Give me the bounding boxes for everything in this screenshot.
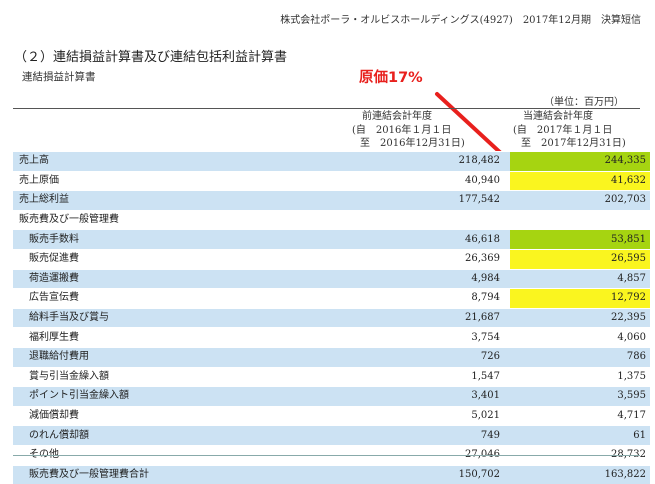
value-prev-year: 40,940 [346,170,510,191]
row-label: 売上原価 [13,170,346,191]
column-prev-title: 前連結会計年度 [362,111,432,122]
row-label: 販売費及び一般管理費 [13,209,346,230]
table-row: 販売費及び一般管理費 [13,209,650,230]
value-prev-year: 3,754 [346,327,510,348]
value-current-year: 786 [510,346,650,368]
row-label: 販売手数料 [13,229,346,250]
value-prev-year: 8,794 [346,288,510,309]
row-label: ポイント引当金繰入額 [13,386,346,407]
table-row: 退職給付費用 726 786 [13,346,650,368]
table-row: 広告宣伝費 8,794 12,792 [13,288,650,309]
table-row: 売上原価 40,940 41,632 [13,170,650,191]
value-current-year [510,209,650,230]
value-current-year: 244,335 [510,151,650,172]
row-label: 荷造運搬費 [13,268,346,289]
header-rule [13,108,640,109]
table-row: 販売手数料 46,618 53,851 [13,229,650,250]
value-current-year: 1,375 [510,366,650,387]
row-label: 減価償却費 [13,405,346,426]
column-curr-title: 当連結会計年度 [523,111,593,122]
value-prev-year: 177,542 [346,190,510,211]
table-row: 売上高 218,482 244,335 [13,151,650,172]
row-label: 広告宣伝費 [13,288,346,309]
table-row: 販売促進費 26,369 26,595 [13,248,650,270]
value-prev-year: 46,618 [346,229,510,250]
document-header: 株式会社ポーラ・オルビスホールディングス(4927) 2017年12月期 決算短… [280,15,641,26]
statement-subtitle: 連結損益計算書 [22,71,96,83]
column-prev-to: 至 2016年12月31日) [360,138,465,149]
row-label: 販売促進費 [13,248,346,270]
row-label: 売上高 [13,151,346,172]
value-current-year: 53,851 [510,229,650,250]
column-header-prev: 前連結会計年度 (自 2016年１月１日 至 2016年12月31日) [352,110,465,151]
value-current-year: 61 [510,425,650,446]
column-header-curr: 当連結会計年度 (自 2017年１月１日 至 2017年12月31日) [513,110,626,151]
value-prev-year: 26,369 [346,248,510,270]
value-prev-year: 3,401 [346,386,510,407]
row-label: 給料手当及び賞与 [13,307,346,328]
cost-ratio-annotation: 原価17% [359,70,423,86]
table-row: 販売費及び一般管理費合計 150,702 163,822 [13,464,650,484]
table-row: 賞与引当金繰入額 1,547 1,375 [13,366,650,387]
table-row: のれん償却額 749 61 [13,425,650,446]
unit-label: （単位：百万円） [544,97,624,108]
value-prev-year [346,209,510,230]
row-label: 販売費及び一般管理費合計 [13,464,346,484]
column-curr-to: 至 2017年12月31日) [521,138,626,149]
row-label: 退職給付費用 [13,346,346,368]
value-current-year: 4,717 [510,405,650,426]
value-prev-year: 4,984 [346,268,510,289]
table-row: 減価償却費 5,021 4,717 [13,405,650,426]
table-row: 福利厚生費 3,754 4,060 [13,327,650,348]
value-prev-year: 749 [346,425,510,446]
table-row: 給料手当及び賞与 21,687 22,395 [13,307,650,328]
value-prev-year: 150,702 [346,464,510,484]
value-current-year: 163,822 [510,464,650,484]
section-title: （２）連結損益計算書及び連結包括利益計算書 [14,50,288,65]
value-current-year: 41,632 [510,170,650,191]
column-prev-from: (自 2016年１月１日 [352,124,452,136]
value-prev-year: 5,021 [346,405,510,426]
column-curr-from: (自 2017年１月１日 [513,124,613,136]
income-statement-table: 売上高 218,482 244,335 売上原価 40,940 41,632 売上総利益 17… [13,151,650,484]
table-row: ポイント引当金繰入額 3,401 3,595 [13,386,650,407]
value-prev-year: 1,547 [346,366,510,387]
value-current-year: 3,595 [510,386,650,407]
value-prev-year: 726 [346,346,510,368]
table-row: 売上総利益 177,542 202,703 [13,190,650,211]
value-current-year: 12,792 [510,288,650,309]
value-current-year: 4,857 [510,268,650,289]
table-bottom-rule [13,455,640,456]
row-label: 売上総利益 [13,190,346,211]
value-current-year: 26,595 [510,248,650,270]
value-prev-year: 21,687 [346,307,510,328]
table-row: 荷造運搬費 4,984 4,857 [13,268,650,289]
row-label: 賞与引当金繰入額 [13,366,346,387]
value-current-year: 22,395 [510,307,650,328]
value-current-year: 4,060 [510,327,650,348]
value-prev-year: 218,482 [346,151,510,172]
value-current-year: 202,703 [510,190,650,211]
row-label: 福利厚生費 [13,327,346,348]
row-label: のれん償却額 [13,425,346,446]
